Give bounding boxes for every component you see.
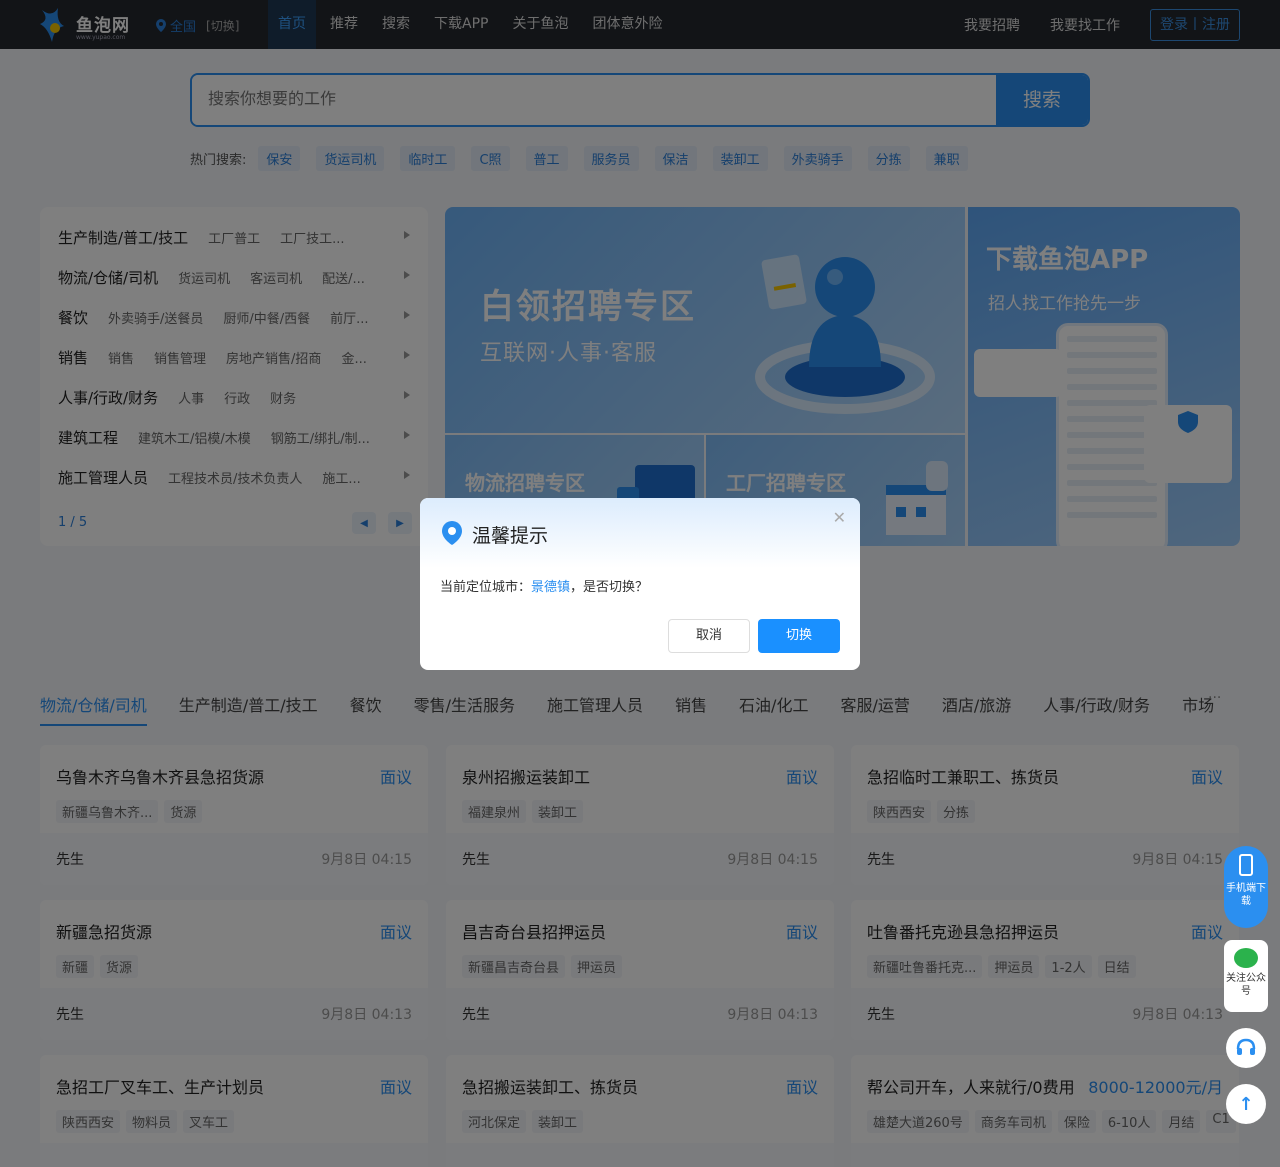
wechat-follow-label: 关注公众号: [1226, 973, 1266, 997]
dialog-title: 温馨提示: [472, 525, 549, 547]
switch-confirm-button[interactable]: 切换: [758, 619, 840, 653]
mobile-download-button[interactable]: 手机端下载: [1224, 846, 1268, 928]
location-switch-dialog: 温馨提示 ✕ 当前定位城市：景德镇，是否切换？ 取消 切换: [420, 498, 860, 670]
wechat-icon: [1234, 948, 1258, 968]
wechat-follow-button[interactable]: 关注公众号: [1224, 940, 1268, 1012]
arrow-up-icon: ↑: [1238, 1093, 1254, 1115]
mobile-download-label: 手机端下载: [1226, 883, 1266, 907]
dialog-city: 景德镇: [531, 580, 571, 595]
dialog-msg-prefix: 当前定位城市：: [440, 580, 532, 595]
close-icon[interactable]: ✕: [833, 508, 846, 527]
cancel-button[interactable]: 取消: [668, 619, 750, 653]
back-to-top-button[interactable]: ↑: [1226, 1084, 1266, 1124]
customer-service-button[interactable]: [1226, 1028, 1266, 1068]
dialog-msg-suffix: ，是否切换？: [570, 580, 649, 595]
phone-icon: [1239, 854, 1253, 876]
dialog-message: 当前定位城市：景德镇，是否切换？: [440, 576, 648, 595]
location-pin-icon: [442, 521, 462, 545]
headset-icon: [1236, 1038, 1256, 1055]
